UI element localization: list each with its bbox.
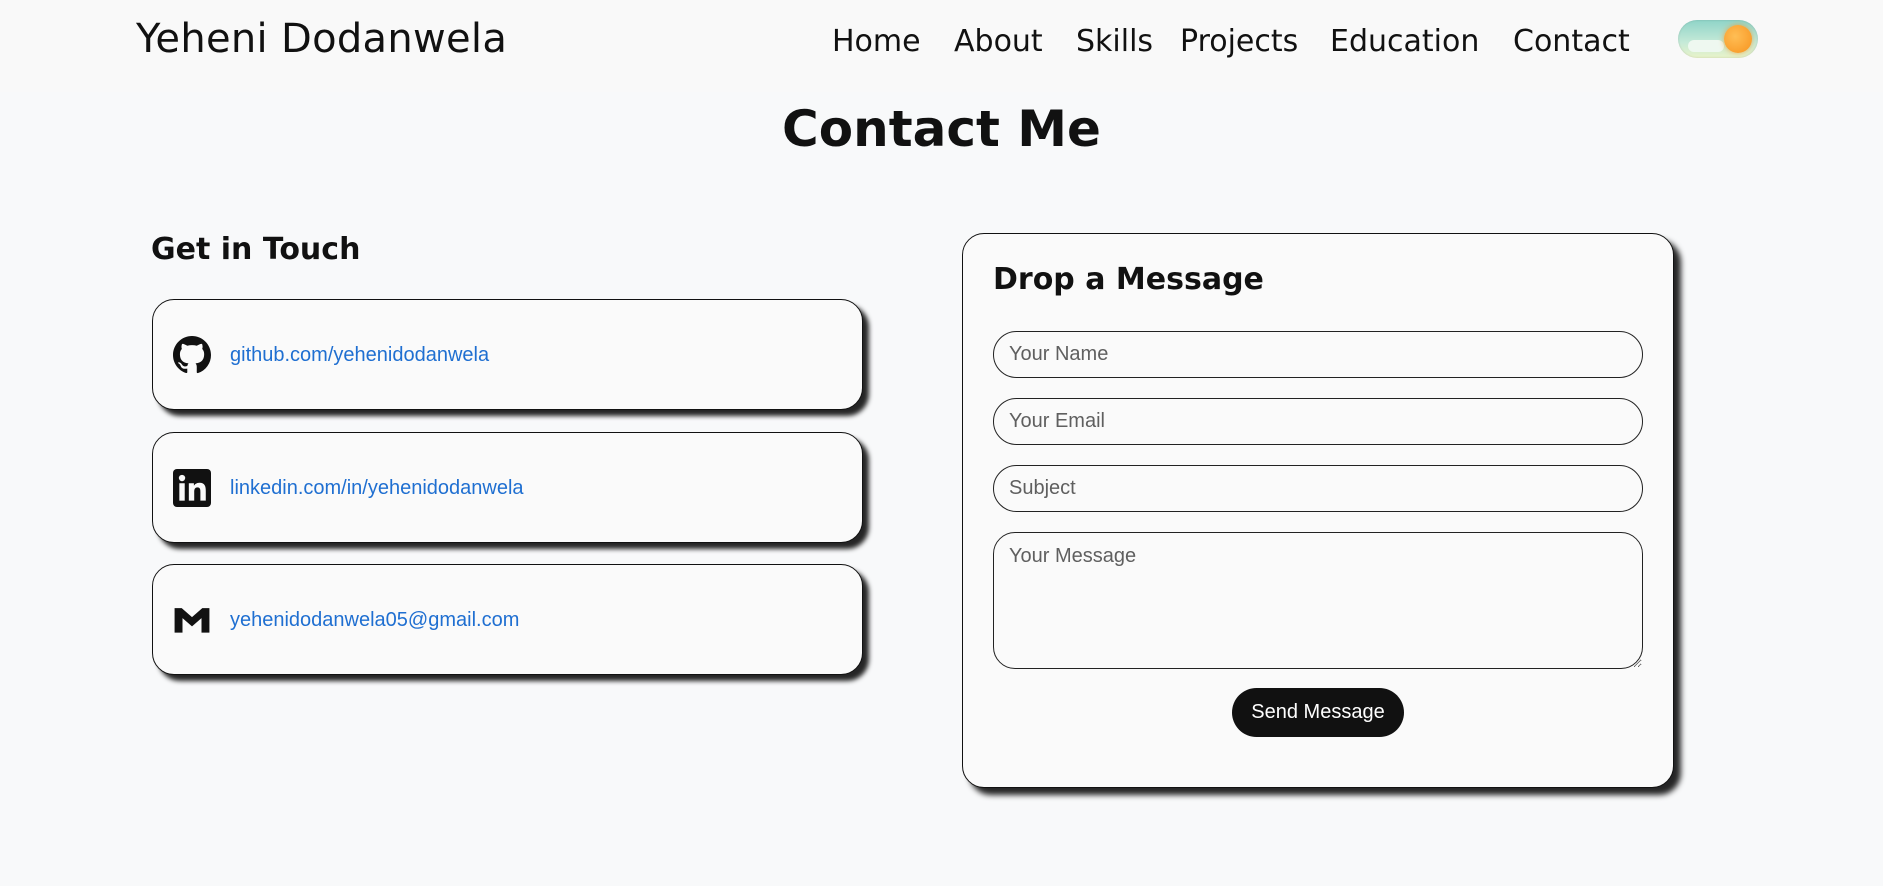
sun-icon	[1724, 25, 1752, 53]
name-field[interactable]	[993, 331, 1643, 378]
nav-link-skills[interactable]: Skills	[1076, 24, 1153, 59]
form-title: Drop a Message	[993, 262, 1264, 297]
nav-link-projects[interactable]: Projects	[1180, 24, 1298, 59]
email-field[interactable]	[993, 398, 1643, 445]
github-link[interactable]: github.com/yehenidodanwela	[230, 344, 489, 367]
nav-link-contact[interactable]: Contact	[1513, 24, 1630, 59]
nav-link-education[interactable]: Education	[1330, 24, 1479, 59]
send-message-button[interactable]: Send Message	[1232, 688, 1404, 737]
message-form: Drop a Message Send Message	[962, 233, 1674, 788]
get-in-touch-heading: Get in Touch	[151, 232, 361, 267]
theme-toggle[interactable]	[1678, 20, 1758, 58]
email-card[interactable]: yehenidodanwela05@gmail.com	[152, 564, 863, 675]
github-card[interactable]: github.com/yehenidodanwela	[152, 299, 863, 410]
github-icon	[173, 336, 211, 374]
email-link[interactable]: yehenidodanwela05@gmail.com	[230, 609, 519, 632]
site-brand[interactable]: Yeheni Dodanwela	[136, 16, 507, 62]
nav-link-home[interactable]: Home	[832, 24, 921, 59]
linkedin-icon	[173, 469, 211, 507]
cloud-icon	[1688, 40, 1724, 52]
gmail-icon	[173, 601, 211, 639]
subject-field[interactable]	[993, 465, 1643, 512]
page-title: Contact Me	[782, 100, 1101, 158]
nav-link-about[interactable]: About	[954, 24, 1043, 59]
message-textarea[interactable]	[993, 532, 1643, 669]
linkedin-card[interactable]: linkedin.com/in/yehenidodanwela	[152, 432, 863, 543]
navbar: Yeheni Dodanwela Home About Skills Proje…	[0, 0, 1883, 92]
linkedin-link[interactable]: linkedin.com/in/yehenidodanwela	[230, 477, 524, 500]
